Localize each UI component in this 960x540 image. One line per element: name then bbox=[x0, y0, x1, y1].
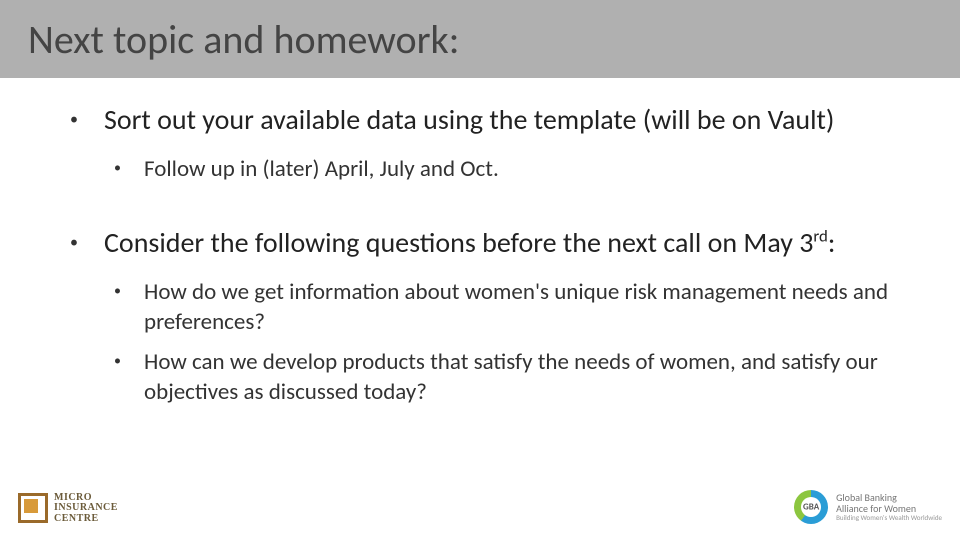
list-item: How do we get information about women's … bbox=[104, 278, 912, 338]
slide-title: Next topic and homework: bbox=[28, 15, 459, 64]
bullet-text: Consider the following questions before … bbox=[104, 225, 912, 260]
list-item: Sort out your available data using the t… bbox=[48, 102, 912, 185]
gba-logo-icon: GBA bbox=[794, 490, 828, 524]
slide-content: Sort out your available data using the t… bbox=[0, 78, 960, 407]
micro-insurance-centre-logo: Micro Insurance Centre bbox=[18, 493, 118, 525]
gba-logo-text: Global Banking Alliance for Women Buildi… bbox=[836, 492, 942, 522]
sub-list: Follow up in (later) April, July and Oct… bbox=[104, 155, 912, 185]
footer: Micro Insurance Centre GBA Global Bankin… bbox=[0, 480, 960, 528]
list-item: Consider the following questions before … bbox=[48, 225, 912, 408]
sub-bullet-text: How do we get information about women's … bbox=[144, 278, 912, 338]
list-item: How can we develop products that satisfy… bbox=[104, 348, 912, 408]
sub-list: How do we get information about women's … bbox=[104, 278, 912, 408]
bullet-list: Sort out your available data using the t… bbox=[48, 102, 912, 407]
mic-logo-text: Micro Insurance Centre bbox=[54, 493, 118, 525]
title-bar: Next topic and homework: bbox=[0, 0, 960, 78]
gba-logo: GBA Global Banking Alliance for Women Bu… bbox=[794, 490, 942, 524]
sub-bullet-text: How can we develop products that satisfy… bbox=[144, 348, 912, 408]
list-item: Follow up in (later) April, July and Oct… bbox=[104, 155, 912, 185]
sub-bullet-text: Follow up in (later) April, July and Oct… bbox=[144, 155, 912, 185]
bullet-text: Sort out your available data using the t… bbox=[104, 102, 912, 137]
mic-logo-icon bbox=[18, 493, 48, 523]
